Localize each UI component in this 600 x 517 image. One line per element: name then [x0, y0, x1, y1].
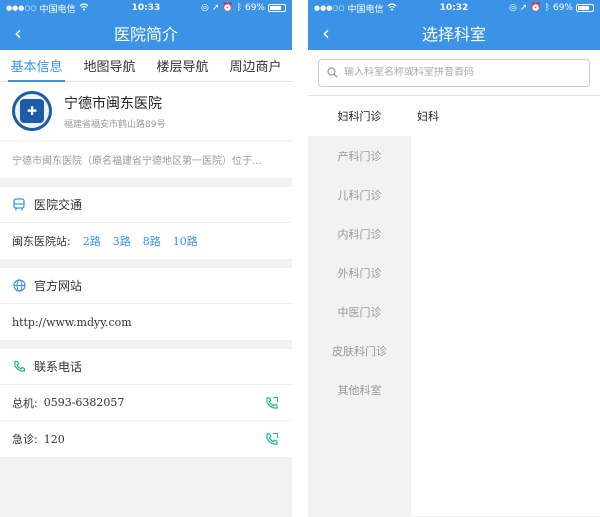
dept-item-surgery[interactable]: 外科门诊	[308, 253, 411, 292]
bus-route-2[interactable]: 2路	[83, 233, 101, 249]
search-bar	[308, 50, 600, 96]
signal-icon: ●●●○○	[6, 4, 37, 12]
status-bar: ●●●○○ 中国电信 10:32 ◎ ➚ ⏰ ᛒ 69%	[308, 0, 600, 16]
phone-row-main: 总机: 0593-6382057	[0, 385, 292, 421]
bus-route-row: 闽东医院站: 2路 3路 8路 10路	[0, 223, 292, 259]
phone-label-emergency: 急诊:	[12, 433, 38, 446]
alarm-icon: ⏰	[222, 3, 234, 13]
contact-card: 联系电话 总机: 0593-6382057 急诊: 120	[0, 349, 292, 457]
chevron-left-icon[interactable]: ‹	[314, 16, 338, 50]
phone-number-main: 0593-6382057	[43, 396, 125, 409]
hospital-name: 宁德市闽东医院	[64, 95, 162, 112]
hospital-logo: ✚	[12, 91, 52, 131]
website-card: 官方网站 http://www.mdyy.com	[0, 268, 292, 340]
hospital-header: ✚ 宁德市闽东医院 福建省福安市鹤山路89号	[0, 82, 292, 140]
select-department-screen: ●●●○○ 中国电信 10:32 ◎ ➚ ⏰ ᛒ 69% ‹ 选择科室 妇科	[308, 0, 600, 517]
hospital-description[interactable]: 宁德市闽东医院（原名福建省宁德地区第一医院）位于...	[0, 140, 292, 178]
bus-icon	[12, 198, 26, 212]
bus-route-8[interactable]: 8路	[143, 233, 161, 249]
dept-item-tcm[interactable]: 中医门诊	[308, 292, 411, 331]
battery-icon	[576, 4, 594, 12]
phone-label-main: 总机:	[12, 396, 38, 410]
hospital-intro-screen: ●●●○○ 中国电信 10:33 ◎ ➚ ⏰ ᛒ 69% ‹ 医院简介 基本信息…	[0, 0, 292, 517]
phone-number-emergency: 120	[43, 432, 65, 446]
department-list: 妇科门诊 产科门诊 儿科门诊 内科门诊 外科门诊 中医门诊 皮肤科门诊 其他科室	[308, 96, 411, 516]
call-phone-icon[interactable]	[264, 395, 280, 411]
carrier-label: 中国电信	[39, 4, 76, 15]
transport-header: 医院交通	[0, 187, 292, 223]
wifi-icon	[387, 2, 397, 14]
battery-icon	[268, 4, 286, 12]
website-url[interactable]: http://www.mdyy.com	[0, 304, 292, 340]
transport-card: 医院交通 闽东医院站: 2路 3路 8路 10路	[0, 187, 292, 259]
tab-nearby-shops[interactable]: 周边商户	[219, 50, 292, 81]
signal-icon: ●●●○○	[314, 4, 345, 12]
wifi-icon	[79, 2, 89, 14]
contact-header: 联系电话	[0, 349, 292, 385]
dept-item-internal[interactable]: 内科门诊	[308, 214, 411, 253]
website-header: 官方网站	[0, 268, 292, 304]
phone-icon	[12, 360, 26, 374]
globe-icon	[12, 279, 26, 293]
contact-title: 联系电话	[34, 360, 83, 374]
battery-percent: 69%	[244, 3, 265, 13]
location-icon: ➚	[211, 3, 220, 13]
bus-station-label: 闽东医院站:	[12, 235, 71, 248]
bluetooth-icon: ᛒ	[544, 3, 550, 13]
department-search-input[interactable]	[344, 67, 581, 78]
hospital-address: 福建省福安市鹤山路89号	[64, 119, 166, 130]
phone-row-emergency: 急诊: 120	[0, 421, 292, 457]
carrier-label: 中国电信	[347, 4, 384, 15]
transport-title: 医院交通	[34, 198, 83, 212]
tab-floor-nav[interactable]: 楼层导航	[146, 50, 219, 81]
dept-item-dermatology[interactable]: 皮肤科门诊	[308, 331, 411, 370]
website-title: 官方网站	[34, 279, 83, 293]
bluetooth-icon: ᛒ	[236, 3, 242, 13]
nav-bar: ‹ 医院简介	[0, 16, 292, 50]
dept-item-gynecology[interactable]: 妇科门诊	[308, 96, 411, 136]
search-box[interactable]	[318, 58, 590, 87]
lock-rotation-icon: ◎	[508, 3, 517, 13]
page-title: 医院简介	[113, 25, 178, 44]
bus-route-10[interactable]: 10路	[173, 233, 198, 249]
battery-percent: 69%	[552, 3, 573, 13]
chevron-left-icon[interactable]: ‹	[6, 16, 30, 50]
tab-basic-info[interactable]: 基本信息	[0, 50, 73, 82]
sub-department-list: 妇科	[411, 96, 600, 516]
tab-map-nav[interactable]: 地图导航	[73, 50, 146, 81]
status-bar: ●●●○○ 中国电信 10:33 ◎ ➚ ⏰ ᛒ 69%	[0, 0, 292, 16]
sub-dept-item[interactable]: 妇科	[411, 96, 600, 136]
nav-bar: ‹ 选择科室	[308, 16, 600, 50]
alarm-icon: ⏰	[530, 3, 542, 13]
location-icon: ➚	[519, 3, 528, 13]
search-icon	[327, 67, 338, 78]
call-phone-icon[interactable]	[264, 431, 280, 447]
department-picker: 妇科门诊 产科门诊 儿科门诊 内科门诊 外科门诊 中医门诊 皮肤科门诊 其他科室…	[308, 96, 600, 516]
dept-item-other[interactable]: 其他科室	[308, 370, 411, 409]
dept-item-obstetrics[interactable]: 产科门诊	[308, 136, 411, 175]
dept-item-pediatrics[interactable]: 儿科门诊	[308, 175, 411, 214]
lock-rotation-icon: ◎	[200, 3, 209, 13]
bus-route-3[interactable]: 3路	[113, 233, 131, 249]
page-title: 选择科室	[421, 25, 486, 44]
tab-bar: 基本信息 地图导航 楼层导航 周边商户	[0, 50, 292, 82]
